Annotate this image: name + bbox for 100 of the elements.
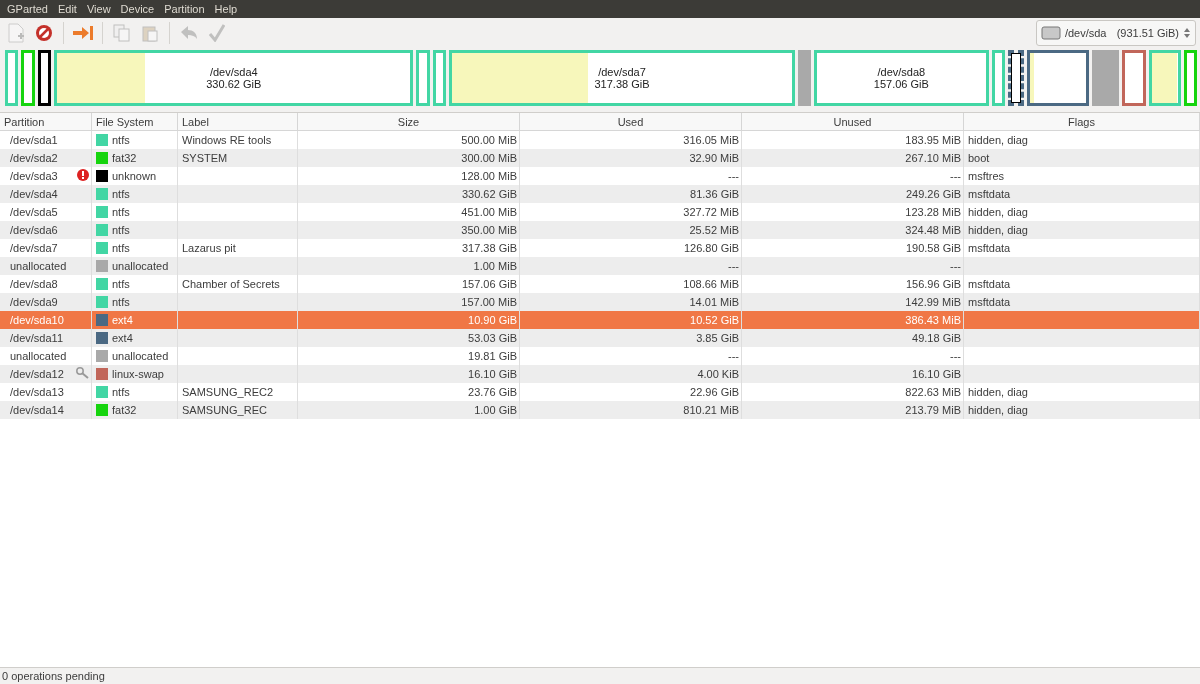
table-cell: --- — [728, 170, 739, 182]
table-cell: --- — [950, 170, 961, 182]
table-cell: 126.80 GiB — [683, 242, 739, 254]
table-cell: 386.43 MiB — [905, 314, 961, 326]
table-cell: 19.81 GiB — [468, 350, 517, 362]
table-cell: boot — [968, 152, 990, 164]
table-row[interactable]: /dev/sda9 ntfs 157.00 MiB 14.01 MiB 142.99 MiB msftdata — [0, 293, 1200, 311]
table-cell: 330.62 GiB — [461, 188, 517, 200]
table-row[interactable]: /dev/sda11 ext4 53.03 GiB 3.85 GiB 49.18 GiB — [0, 329, 1200, 347]
table-cell: ntfs — [112, 296, 130, 308]
partition-name: /dev/sda4 — [209, 66, 258, 78]
menu-item[interactable]: Edit — [52, 3, 82, 15]
table-cell: 22.96 GiB — [690, 386, 739, 398]
table-cell: Windows RE tools — [182, 134, 272, 146]
column-header[interactable]: Flags — [964, 113, 1200, 131]
table-cell: ntfs — [112, 206, 130, 218]
table-cell: /dev/sda5 — [10, 206, 58, 218]
table-cell: 324.48 MiB — [905, 224, 961, 236]
table-cell: fat32 — [112, 404, 137, 416]
table-cell: /dev/sda4 — [10, 188, 58, 200]
table-cell: /dev/sda9 — [10, 296, 58, 308]
menu-item[interactable]: View — [81, 3, 116, 15]
menu-item[interactable]: Partition — [159, 3, 210, 15]
table-cell: --- — [728, 350, 739, 362]
table-cell: /dev/sda13 — [10, 386, 64, 398]
table-cell: hidden, diag — [968, 224, 1028, 236]
table-cell: Chamber of Secrets — [182, 278, 280, 290]
table-cell: 267.10 MiB — [905, 152, 961, 164]
table-row[interactable]: /dev/sda12 linux-swap 16.10 GiB 4.00 KiB 16.10 GiB — [0, 365, 1200, 383]
table-cell: msftdata — [968, 242, 1011, 254]
column-header[interactable]: Size — [298, 113, 520, 131]
table-cell: /dev/sda1 — [10, 134, 58, 146]
table-cell: /dev/sda6 — [10, 224, 58, 236]
table-cell: /dev/sda14 — [10, 404, 64, 416]
table-cell: hidden, diag — [968, 404, 1028, 416]
partition-name: /dev/sda8 — [877, 66, 926, 78]
table-cell: 53.03 GiB — [468, 332, 517, 344]
table-cell: SAMSUNG_REC2 — [182, 386, 274, 398]
table-cell: /dev/sda8 — [10, 278, 58, 290]
table-cell: Lazarus pit — [182, 242, 236, 254]
table-row[interactable]: /dev/sda4 ntfs 330.62 GiB 81.36 GiB 249.26 GiB msftdata — [0, 185, 1200, 203]
table-cell: 157.06 GiB — [461, 278, 517, 290]
table-row[interactable]: /dev/sda2 fat32 SYSTEM 300.00 MiB 32.90 MiB 267.10 MiB boot — [0, 149, 1200, 167]
table-cell: 3.85 GiB — [696, 332, 739, 344]
table-cell: 4.00 KiB — [697, 368, 739, 380]
partition-segment[interactable] — [1007, 50, 1025, 106]
device-selector[interactable]: /dev/sda (931.51 GiB) — [1035, 20, 1196, 46]
column-header[interactable]: File System — [92, 113, 178, 131]
table-cell: 327.72 MiB — [683, 206, 739, 218]
column-header[interactable]: Unused — [742, 113, 964, 131]
partition-segment[interactable]: /dev/sda4 330.62 GiB — [54, 50, 414, 106]
table-cell: ext4 — [112, 332, 133, 344]
column-header[interactable]: Partition — [0, 113, 92, 131]
table-cell: 14.01 MiB — [689, 296, 739, 308]
partition-size: 157.06 GiB — [873, 78, 929, 90]
table-cell: 350.00 MiB — [461, 224, 517, 236]
menu-item[interactable]: Help — [209, 3, 243, 15]
table-cell: 183.95 MiB — [905, 134, 961, 146]
table-cell: /dev/sda7 — [10, 242, 58, 254]
table-cell: ntfs — [112, 188, 130, 200]
status-text: 0 operations pending — [2, 670, 105, 682]
table-cell: ntfs — [112, 224, 130, 236]
table-cell: 1.00 GiB — [474, 404, 517, 416]
table-cell: 213.79 MiB — [905, 404, 961, 416]
table-cell: ntfs — [112, 134, 130, 146]
column-header[interactable]: Used — [520, 113, 742, 131]
table-cell: 25.52 MiB — [689, 224, 739, 236]
table-cell: msftdata — [968, 188, 1011, 200]
table-cell: 249.26 GiB — [905, 188, 961, 200]
table-cell: ext4 — [112, 314, 133, 326]
table-row[interactable]: unallocated unallocated 1.00 MiB --- --- — [0, 257, 1200, 275]
table-cell: 16.10 GiB — [468, 368, 517, 380]
table-cell: 1.00 MiB — [473, 260, 517, 272]
spin-arrows-icon — [1183, 27, 1191, 39]
partition-size: 317.38 GiB — [594, 78, 650, 90]
table-cell: 300.00 MiB — [461, 152, 517, 164]
menu-item[interactable]: GParted — [2, 3, 53, 15]
table-cell: 810.21 MiB — [683, 404, 739, 416]
table-cell: 156.96 GiB — [905, 278, 961, 290]
partition-segment[interactable]: /dev/sda7 317.38 GiB — [449, 50, 795, 106]
partition-segment[interactable]: /dev/sda8 157.06 GiB — [814, 50, 989, 106]
table-cell: 16.10 GiB — [912, 368, 961, 380]
table-cell: unknown — [112, 170, 157, 182]
table-cell: msftdata — [968, 296, 1011, 308]
table-cell: ntfs — [112, 386, 130, 398]
table-cell: 23.76 GiB — [468, 386, 517, 398]
table-cell: fat32 — [112, 152, 137, 164]
table-cell: hidden, diag — [968, 386, 1028, 398]
unallocated-segment[interactable] — [797, 50, 812, 106]
table-row[interactable]: /dev/sda14 fat32 SAMSUNG_REC 1.00 GiB 810.21 MiB 213.79 MiB hidden, diag — [0, 401, 1200, 419]
table-cell: 81.36 GiB — [690, 188, 739, 200]
table-cell: /dev/sda11 — [10, 332, 63, 344]
table-cell: 128.00 MiB — [461, 170, 517, 182]
error-icon — [77, 169, 89, 181]
partition-segment[interactable] — [37, 50, 52, 106]
table-cell: 157.00 MiB — [461, 296, 517, 308]
table-row[interactable]: /dev/sda6 ntfs 350.00 MiB 25.52 MiB 324.48 MiB hidden, diag — [0, 221, 1200, 239]
menu-item[interactable]: Device — [115, 3, 160, 15]
table-cell: linux-swap — [112, 368, 164, 380]
column-header[interactable]: Label — [178, 113, 298, 131]
